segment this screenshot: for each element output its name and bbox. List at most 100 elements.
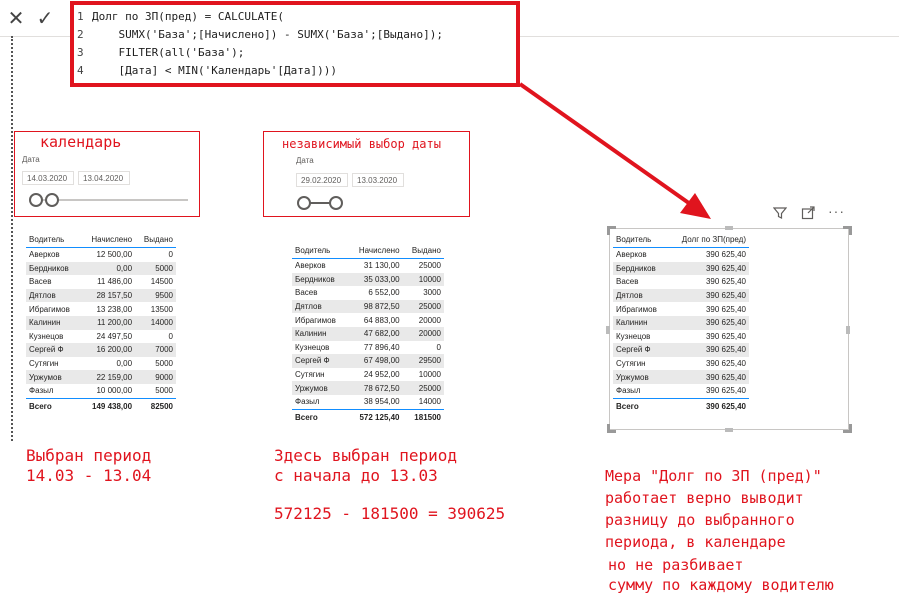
slider-handle-end[interactable] [329, 196, 343, 210]
cell: 390 625,40 [705, 250, 746, 260]
slicer-label: Дата [296, 156, 314, 165]
column-header[interactable]: Начислено [80, 232, 136, 248]
column-header[interactable]: Водитель [26, 232, 81, 248]
column-header[interactable]: Водитель [613, 232, 668, 248]
close-icon[interactable]: ✕ [4, 6, 28, 30]
table-row: Сергей Ф 67 498,00 29500 [292, 354, 444, 368]
cell: Всего [613, 397, 668, 414]
formula-highlight-box [70, 1, 520, 87]
cell: 5000 [135, 261, 176, 276]
column-header[interactable]: Начислено [347, 243, 403, 259]
cell: 0 [168, 250, 173, 260]
cell: Аверков [29, 250, 60, 260]
cell: 25000 [402, 299, 444, 314]
cell: 20000 [418, 315, 441, 325]
focus-mode-icon[interactable] [801, 206, 815, 223]
table-row: Аверков 390 625,40 [613, 248, 749, 262]
cell: 390 625,40 [667, 261, 749, 276]
cell: 24 952,00 [363, 370, 400, 380]
table-row: Уржумов 390 625,40 [613, 370, 749, 384]
cell: 25000 [418, 261, 441, 271]
cell: Сутягин [29, 359, 59, 369]
note-line: 14.03 - 13.04 [26, 466, 152, 485]
table-row: Уржумов 78 672,50 25000 [292, 381, 444, 395]
slicer-caption: календарь [40, 133, 122, 151]
cell: 390 625,40 [667, 370, 749, 384]
cell: 0,00 [116, 359, 133, 369]
table-row: Дятлов 98 872,50 25000 [292, 299, 444, 314]
cell: Васев [295, 288, 318, 298]
table-row: Кузнецов 77 896,40 0 [292, 341, 444, 355]
slider-handle-end[interactable] [45, 193, 59, 207]
table-row: Сергей Ф 390 625,40 [613, 343, 749, 357]
cell: Сутягин [616, 359, 646, 369]
table-row: Дятлов 390 625,40 [613, 288, 749, 303]
table-row: Ибрагимов 13 238,00 13500 [26, 302, 176, 316]
date-to-input[interactable]: 13.04.2020 [78, 171, 130, 185]
table-row: Калинин 11 200,00 14000 [26, 315, 176, 330]
note-line: Мера "Долг по ЗП (пред)" [605, 467, 822, 485]
resize-handle[interactable] [846, 326, 850, 334]
cell: Калинин [613, 315, 668, 330]
table-row: Фазыл 38 954,00 14000 [292, 395, 444, 409]
column-header[interactable]: Долг по ЗП(пред) [667, 232, 749, 248]
cell: 31 130,00 [363, 261, 400, 271]
cell: 181500 [402, 408, 444, 425]
note-line: но не разбивает [608, 556, 744, 574]
filter-icon[interactable] [772, 206, 788, 223]
date-to-input[interactable]: 13.03.2020 [352, 173, 404, 187]
cell: Васев [29, 277, 52, 287]
cell: 14000 [135, 315, 176, 330]
cell: 7000 [135, 343, 176, 357]
cell: 29500 [402, 354, 444, 368]
resize-corner[interactable] [843, 226, 852, 235]
column-header[interactable]: Выдано [135, 232, 176, 248]
cell: Калинин [292, 326, 348, 341]
cell: Фазыл [29, 386, 54, 396]
cell: 10000 [418, 370, 441, 380]
date-from-input[interactable]: 29.02.2020 [296, 173, 348, 187]
cell: 9000 [135, 370, 176, 384]
resize-handle[interactable] [725, 428, 733, 432]
resize-corner[interactable] [843, 424, 852, 433]
cell: 47 682,00 [347, 326, 403, 341]
cell: 38 954,00 [363, 397, 400, 407]
table-row: Калинин 390 625,40 [613, 315, 749, 330]
cell: 64 883,00 [363, 315, 400, 325]
column-header[interactable]: Выдано [402, 243, 444, 259]
table-row: Васев 6 552,00 3000 [292, 286, 444, 300]
cell: Бердников [613, 261, 668, 276]
cell: 149 438,00 [80, 397, 136, 414]
table-row: Сутягин 24 952,00 10000 [292, 368, 444, 382]
cell: 13 238,00 [96, 304, 133, 314]
table-row: Аверков 12 500,00 0 [26, 248, 176, 262]
note-line: Здесь выбран период [274, 446, 458, 465]
resize-handle[interactable] [606, 326, 610, 334]
resize-handle[interactable] [725, 226, 733, 230]
cell: Сутягин [295, 370, 325, 380]
cell: 390 625,40 [705, 331, 746, 341]
cell: 35 033,00 [347, 272, 403, 287]
check-icon[interactable]: ✓ [33, 6, 57, 30]
cell: 22 159,00 [80, 370, 136, 384]
note-period: Выбран период 14.03 - 13.04 [26, 446, 151, 486]
cell: Всего [292, 408, 348, 425]
cell: 390 625,40 [705, 386, 746, 396]
table-row: Ибрагимов 390 625,40 [613, 302, 749, 316]
cell: Ибрагимов [295, 315, 336, 325]
cell: Кузнецов [29, 331, 64, 341]
table-row: Сутягин 390 625,40 [613, 357, 749, 371]
cell: 10000 [402, 272, 444, 287]
table-row: Аверков 31 130,00 25000 [292, 259, 444, 273]
column-header[interactable]: Водитель [292, 243, 348, 259]
slider-handle-start[interactable] [29, 193, 43, 207]
cell: 5000 [155, 386, 173, 396]
slider-handle-start[interactable] [297, 196, 311, 210]
more-options-icon[interactable]: ··· [828, 203, 845, 219]
cell: 5000 [155, 359, 173, 369]
cell: 3000 [423, 288, 441, 298]
cell: Кузнецов [295, 342, 330, 352]
date-from-input[interactable]: 14.03.2020 [22, 171, 74, 185]
table-row: Бердников 35 033,00 10000 [292, 272, 444, 287]
resize-corner[interactable] [607, 424, 616, 433]
